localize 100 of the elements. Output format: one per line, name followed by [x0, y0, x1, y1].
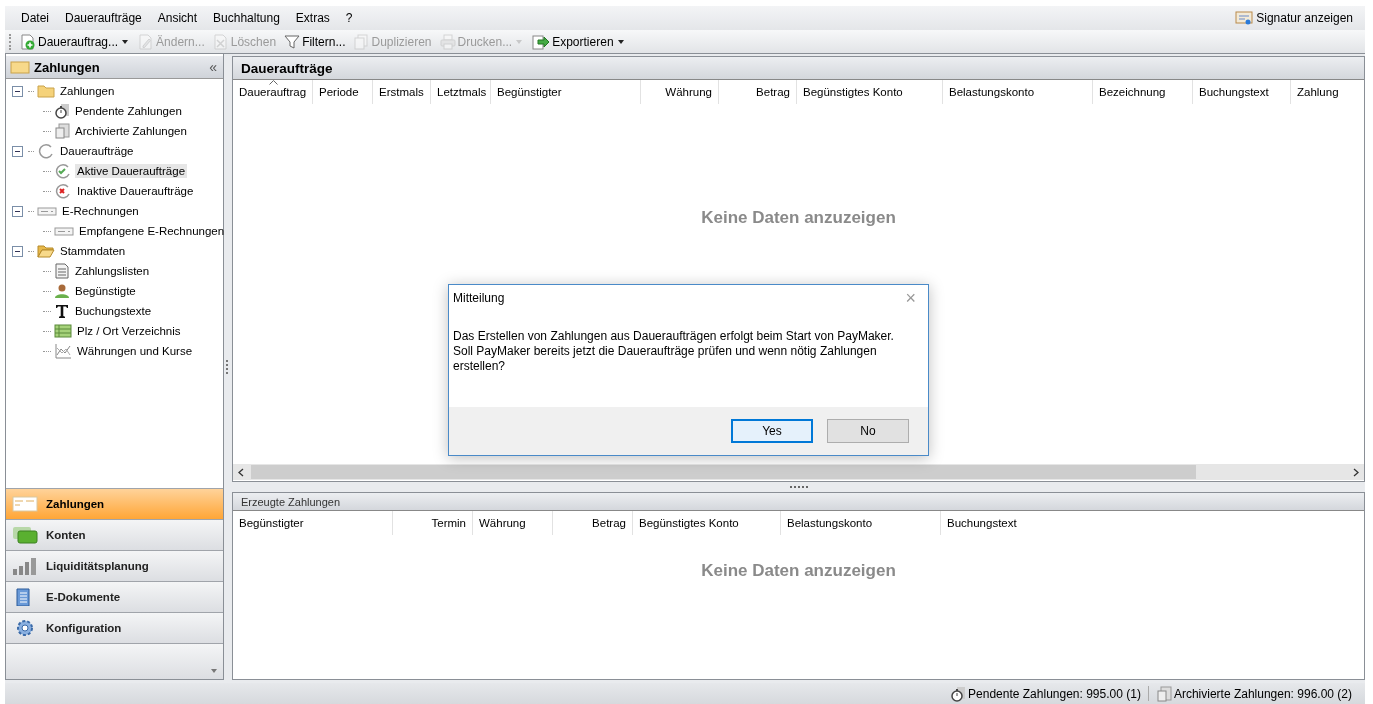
column-header[interactable]: Begünstigtes Konto: [797, 80, 943, 104]
menu-item[interactable]: Datei: [13, 8, 57, 28]
menu-item[interactable]: Daueraufträge: [57, 8, 150, 28]
menu-item[interactable]: Buchhaltung: [205, 8, 288, 28]
tree-item[interactable]: E-Rechnungen: [60, 204, 141, 218]
tree-item[interactable]: Begünstigte: [73, 284, 138, 298]
pane-title: Zahlungen: [34, 59, 101, 75]
dialog-title: Mitteilung: [453, 291, 505, 305]
document-icon: [1155, 685, 1172, 702]
dialog-button[interactable]: No: [827, 419, 909, 443]
menu-item[interactable]: ?: [337, 8, 361, 28]
add-icon: [20, 33, 36, 50]
folder-icon: [37, 244, 55, 258]
filter-icon: [284, 33, 301, 50]
column-header[interactable]: Buchungstext: [941, 511, 1041, 535]
bar-chart-icon: [12, 557, 38, 575]
person-icon: [54, 283, 70, 299]
nav-section-button[interactable]: Liquiditätsplanung: [6, 550, 223, 581]
table-icon: [54, 323, 72, 339]
collapse-icon[interactable]: [12, 85, 23, 97]
collapse-icon[interactable]: [12, 145, 23, 157]
caret-icon: [120, 37, 131, 46]
check-icon: [54, 163, 72, 179]
column-header[interactable]: Bezeichnung: [1093, 80, 1193, 104]
scroll-left-icon: [238, 467, 244, 477]
tree-item[interactable]: Daueraufträge: [58, 144, 136, 158]
column-header[interactable]: Letztmals: [431, 80, 491, 104]
refresh-icon: [37, 143, 55, 159]
toolbar-button[interactable]: Dauerauftrag...: [17, 31, 134, 52]
column-header[interactable]: Zahlung: [1291, 80, 1345, 104]
menu-item[interactable]: Extras: [287, 8, 338, 28]
column-header[interactable]: Buchungstext: [1193, 80, 1291, 104]
column-header[interactable]: Begünstigter: [491, 80, 641, 104]
column-header[interactable]: Begünstigter: [233, 511, 393, 535]
dialog-button[interactable]: Yes: [731, 419, 813, 443]
nav-section-button[interactable]: Konfiguration: [6, 612, 223, 643]
tree-item[interactable]: Pendente Zahlungen: [73, 104, 184, 118]
collapse-icon[interactable]: [12, 205, 23, 217]
column-header[interactable]: Belastungskonto: [781, 511, 941, 535]
tree-item[interactable]: Buchungstexte: [73, 304, 154, 318]
status-item: Archivierte Zahlungen: 996.00 (2): [1152, 685, 1355, 702]
tree-item[interactable]: Plz / Ort Verzeichnis: [75, 324, 183, 338]
caret-icon: [615, 37, 626, 46]
tree-item[interactable]: Inaktive Daueraufträge: [75, 184, 196, 198]
stopwatch-icon: [54, 103, 70, 119]
menu-item[interactable]: Ansicht: [149, 8, 206, 28]
tree-item[interactable]: Aktive Daueraufträge: [75, 164, 188, 178]
copy-icon: [353, 33, 370, 50]
edit-icon: [138, 33, 155, 50]
empty-message: Keine Daten anzuzeigen: [701, 208, 896, 228]
tree-item[interactable]: Zahlungslisten: [73, 264, 152, 278]
nav-section-button[interactable]: Zahlungen: [6, 488, 223, 519]
certificate-icon: [1235, 10, 1254, 26]
toolbar-button[interactable]: Exportieren: [529, 31, 629, 52]
status-item: Pendente Zahlungen: 995.00 (1): [947, 685, 1144, 702]
stopwatch-icon: [950, 685, 967, 702]
tree-item[interactable]: Währungen und Kurse: [75, 344, 195, 358]
wallet-icon: [12, 526, 38, 544]
document-icon: [54, 123, 70, 139]
column-header[interactable]: Periode: [313, 80, 373, 104]
tree-item[interactable]: Empfangene E-Rechnungen: [77, 224, 227, 238]
column-header[interactable]: Betrag: [553, 511, 633, 535]
column-header[interactable]: Erstmals: [373, 80, 431, 104]
column-header[interactable]: Belastungskonto: [943, 80, 1093, 104]
column-header[interactable]: Begünstigtes Konto: [633, 511, 781, 535]
text-icon: [54, 303, 70, 319]
card-icon: [37, 205, 57, 217]
folder-icon: [10, 60, 30, 74]
column-header[interactable]: Betrag: [719, 80, 797, 104]
splitter-grip[interactable]: [226, 360, 230, 374]
chart-icon: [54, 343, 72, 359]
printer-icon: [439, 33, 456, 50]
nav-section-button[interactable]: Konten: [6, 519, 223, 550]
sort-icon: [269, 80, 278, 85]
caret-icon: [211, 669, 217, 673]
document-icon: [54, 263, 70, 279]
tree-item[interactable]: Zahlungen: [58, 84, 117, 98]
panel-title: Erzeugte Zahlungen: [241, 495, 341, 508]
column-header[interactable]: Währung: [473, 511, 553, 535]
toolbar-button[interactable]: Filtern...: [281, 31, 349, 52]
empty-message: Keine Daten anzuzeigen: [701, 561, 896, 581]
scroll-right-icon: [1353, 467, 1359, 477]
column-header[interactable]: Termin: [393, 511, 473, 535]
collapse-icon[interactable]: [12, 245, 23, 257]
panel-title: Daueraufträge: [241, 60, 333, 76]
signature-button[interactable]: Signatur anzeigen: [1231, 8, 1357, 28]
card-icon: [54, 225, 74, 237]
export-icon: [532, 33, 551, 50]
tree-item[interactable]: Archivierte Zahlungen: [73, 124, 189, 138]
column-header[interactable]: Dauerauftrag: [233, 80, 313, 104]
folder-icon: [12, 495, 38, 513]
column-header[interactable]: Währung: [641, 80, 719, 104]
caret-icon: [514, 37, 525, 46]
folder-icon: [37, 84, 55, 98]
tree-item[interactable]: Stammdaten: [58, 244, 128, 258]
horizontal-scrollbar[interactable]: [233, 464, 1364, 480]
delete-icon: [212, 33, 229, 50]
error-icon: [54, 183, 72, 199]
collapse-button[interactable]: «: [207, 59, 219, 75]
nav-section-button[interactable]: E-Dokumente: [6, 581, 223, 612]
